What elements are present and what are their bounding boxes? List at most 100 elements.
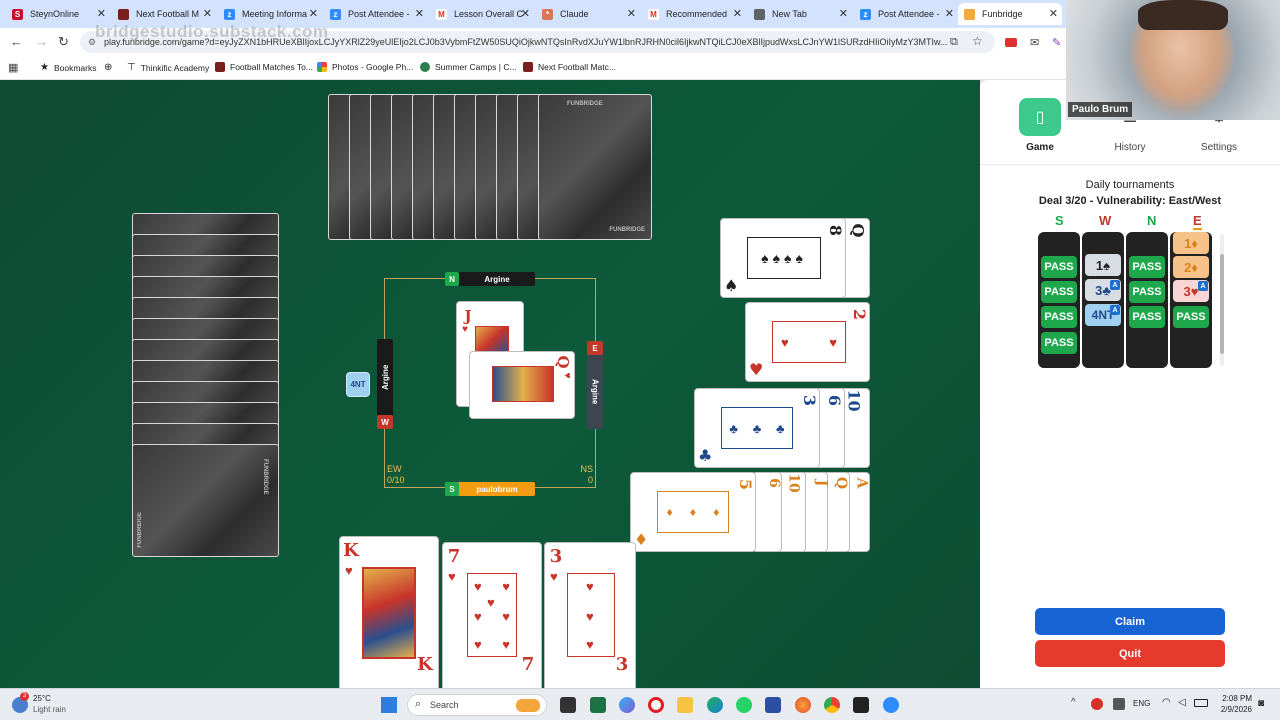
tab-label: Funbridge bbox=[982, 9, 1023, 19]
task-view-icon[interactable] bbox=[560, 697, 576, 713]
club-icon: ♣ bbox=[698, 446, 713, 465]
bookmark-google-photos[interactable]: Photos - Google Ph... bbox=[317, 62, 413, 72]
edge-icon[interactable] bbox=[707, 697, 723, 713]
tab-recommended[interactable]: M Recommended ✕ bbox=[642, 3, 746, 25]
whatsapp-icon[interactable] bbox=[736, 697, 752, 713]
close-icon[interactable]: ✕ bbox=[97, 7, 106, 20]
close-icon[interactable]: ✕ bbox=[945, 7, 954, 20]
terminal-icon[interactable] bbox=[853, 697, 869, 713]
webcam-overlay: Paulo Brum bbox=[1066, 0, 1280, 120]
excel-icon[interactable] bbox=[590, 697, 606, 713]
tab-label: New Tab bbox=[772, 9, 807, 19]
nav-game[interactable]: ▯ Game bbox=[1010, 98, 1070, 153]
heart-pip-frame: ♥ ♥ ♥ ♥ ♥ ♥ ♥ bbox=[467, 573, 517, 657]
scrollbar-thumb[interactable] bbox=[1220, 254, 1224, 354]
tab-post-attendee[interactable]: z Post Attendee - ✕ bbox=[324, 3, 428, 25]
battery-icon[interactable] bbox=[1194, 699, 1208, 707]
claim-button[interactable]: Claim bbox=[1035, 608, 1225, 635]
tab-lesson-overall[interactable]: M Lesson Overall C ✕ bbox=[430, 3, 534, 25]
clock-date[interactable]: 2/9/2026 bbox=[1210, 705, 1252, 714]
wifi-icon[interactable]: ◠ bbox=[1162, 697, 1171, 708]
card-back: FUNBRIDGE FUNBRIDGE bbox=[538, 94, 652, 240]
card-rank: 3 bbox=[615, 654, 629, 675]
dummy-card[interactable]: 3 ♣ ♣ ♣ ♣ bbox=[694, 388, 820, 468]
windows-start-icon[interactable] bbox=[381, 697, 397, 713]
chevron-up-icon[interactable]: ^ bbox=[1071, 697, 1076, 708]
hand-card-three-hearts[interactable]: 3 ♥ ♥ ♥ ♥ 3 bbox=[544, 542, 636, 688]
hand-card-king-hearts[interactable]: K ♥ K bbox=[339, 536, 439, 688]
close-icon[interactable]: ✕ bbox=[415, 7, 424, 20]
search-placeholder: Search bbox=[430, 700, 459, 710]
back-arrow-icon[interactable]: ← bbox=[10, 34, 23, 49]
opera-icon[interactable] bbox=[648, 697, 664, 713]
tab-claude[interactable]: * Claude ✕ bbox=[536, 3, 640, 25]
star-icon[interactable]: ☆ bbox=[972, 34, 983, 48]
contract-badge: 4NT bbox=[346, 372, 370, 397]
bookmark-thinkific[interactable]: ⊤ Thinkific Academy bbox=[127, 62, 209, 73]
north-letter: N bbox=[445, 272, 459, 286]
dummy-card[interactable]: 6 bbox=[752, 472, 782, 552]
reload-icon[interactable]: ↻ bbox=[58, 34, 69, 50]
hand-card-seven-hearts[interactable]: 7 ♥ ♥ ♥ ♥ ♥ ♥ ♥ ♥ 7 bbox=[442, 542, 542, 688]
bid-pass: PASS bbox=[1041, 281, 1077, 303]
close-icon[interactable]: ✕ bbox=[1049, 7, 1058, 20]
dummy-card[interactable]: 8 ♠ ♠♠♠♠ bbox=[720, 218, 846, 298]
close-icon[interactable]: ✕ bbox=[733, 7, 742, 20]
taskbar-search[interactable]: ⌕ Search bbox=[407, 694, 547, 716]
copilot-icon[interactable] bbox=[619, 697, 635, 713]
bid-pass: PASS bbox=[1173, 306, 1209, 328]
globe-bookmark[interactable]: ⊕ bbox=[104, 62, 112, 73]
divider bbox=[980, 164, 1280, 165]
close-icon[interactable]: ✕ bbox=[309, 7, 318, 20]
youtube-icon[interactable] bbox=[1005, 38, 1017, 47]
tab-label: SteynOnline bbox=[30, 9, 80, 19]
file-explorer-icon[interactable] bbox=[677, 697, 693, 713]
bookmark-next-football[interactable]: Next Football Matc... bbox=[523, 62, 616, 72]
dummy-card[interactable]: 2 ♥ ♥ ♥ bbox=[745, 302, 870, 382]
bid-scrollbar[interactable] bbox=[1220, 234, 1224, 366]
bid-header-east: E bbox=[1193, 213, 1202, 230]
close-icon[interactable]: ✕ bbox=[203, 7, 212, 20]
bookmark-summer-camps[interactable]: Summer Camps | C... bbox=[420, 62, 517, 72]
card-rank: K bbox=[343, 540, 359, 561]
bid-header-south: S bbox=[1055, 213, 1064, 228]
football-icon bbox=[215, 62, 225, 72]
tab-label: Next Football M bbox=[136, 9, 200, 19]
tab-funbridge[interactable]: Funbridge ✕ bbox=[958, 3, 1062, 25]
heart-pips: ♥ ♥ bbox=[772, 321, 846, 363]
chrome-favicon bbox=[754, 8, 765, 20]
star-icon: ★ bbox=[40, 62, 49, 73]
bid-one-spade: 1♠ bbox=[1085, 254, 1121, 276]
west-letter: W bbox=[377, 415, 393, 429]
pen-icon[interactable]: ✎ bbox=[1052, 36, 1061, 49]
bid-pass: PASS bbox=[1041, 256, 1077, 278]
claude-favicon: * bbox=[542, 8, 553, 20]
tray-app-icon[interactable] bbox=[1091, 698, 1103, 710]
close-icon[interactable]: ✕ bbox=[839, 7, 848, 20]
thinkific-icon: ⊤ bbox=[127, 62, 136, 73]
clock-time[interactable]: 2:08 PM bbox=[1214, 694, 1252, 703]
zoom-icon[interactable] bbox=[883, 697, 899, 713]
tab-new-tab[interactable]: New Tab ✕ bbox=[748, 3, 852, 25]
quit-button[interactable]: Quit bbox=[1035, 640, 1225, 667]
store-icon[interactable] bbox=[765, 697, 781, 713]
heart-icon: ♥ bbox=[462, 324, 468, 335]
close-icon[interactable]: ✕ bbox=[521, 7, 530, 20]
bid-header-west: W bbox=[1099, 213, 1112, 228]
close-icon[interactable]: ✕ bbox=[627, 7, 636, 20]
language-indicator[interactable]: ENG bbox=[1133, 699, 1150, 708]
apps-grid-icon[interactable]: ▦ bbox=[8, 61, 18, 74]
bookmark-football[interactable]: Football Matches To... bbox=[215, 62, 313, 72]
dummy-card[interactable]: 5 ♦ ♦ ♦ ♦ bbox=[630, 472, 756, 552]
bookmarks-folder[interactable]: ★ Bookmarks bbox=[40, 62, 96, 73]
install-icon[interactable]: ⧉ bbox=[950, 36, 958, 49]
firefox-icon[interactable] bbox=[795, 697, 811, 713]
notification-bell-icon[interactable]: ◙ bbox=[1258, 698, 1264, 709]
forward-arrow-icon[interactable]: → bbox=[35, 34, 48, 49]
mail-icon[interactable]: ✉ bbox=[1030, 36, 1039, 49]
tab-post-attendee-2[interactable]: z Post Attendee - ✕ bbox=[854, 3, 958, 25]
tray-app-icon[interactable] bbox=[1113, 698, 1125, 710]
volume-icon[interactable]: ◁ bbox=[1178, 697, 1186, 708]
chrome-icon[interactable] bbox=[824, 697, 840, 713]
bid-pass: PASS bbox=[1041, 332, 1077, 354]
